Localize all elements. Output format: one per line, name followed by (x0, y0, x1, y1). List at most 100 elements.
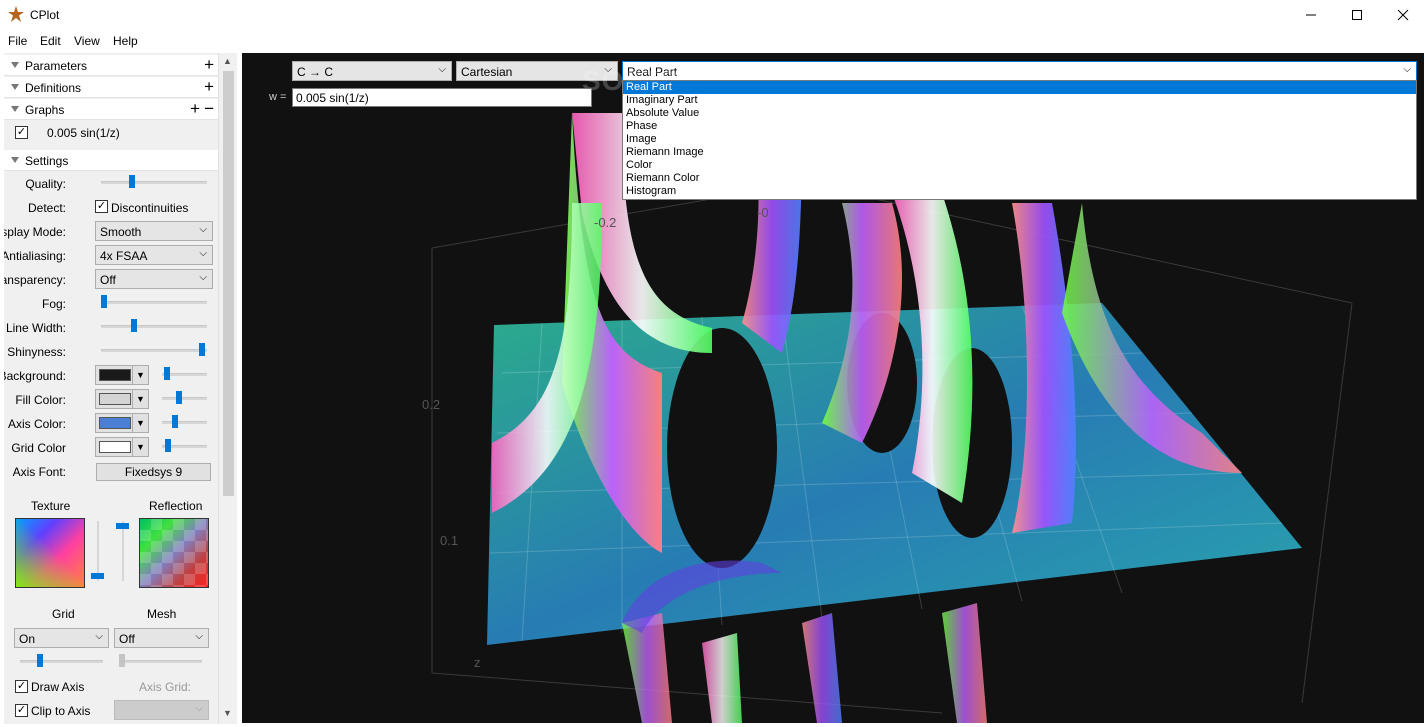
menu-edit[interactable]: Edit (40, 34, 61, 48)
section-definitions[interactable]: Definitions + (4, 77, 218, 98)
add-parameter-icon[interactable]: + (204, 55, 214, 74)
antialiasing-select[interactable]: 4x FSAA ⌵ (95, 245, 213, 265)
dropdown-option[interactable]: Color (623, 159, 1416, 172)
texture-vertical-slider[interactable] (91, 521, 105, 581)
mesh-select[interactable]: Off ⌵ (114, 628, 209, 648)
menu-view[interactable]: View (74, 34, 100, 48)
remove-graph-icon[interactable]: − (204, 99, 214, 118)
transparency-value: Off (100, 273, 116, 287)
clip-to-axis-label: Clip to Axis (31, 704, 91, 718)
detect-label: Detect: (27, 201, 66, 215)
add-graph-icon[interactable]: + (190, 99, 200, 118)
axis-color-label: Axis Color: (7, 417, 66, 431)
discontinuities-checkbox[interactable]: ✓ (95, 200, 108, 213)
close-icon (1397, 9, 1409, 21)
surface-tube (702, 633, 742, 723)
background-swatch (99, 369, 131, 381)
section-label: Definitions (25, 81, 82, 95)
chevron-down-icon: ▼ (132, 390, 148, 408)
plot-viewport[interactable]: 0.2 0.1 z -0 -0.2 C → C ⌵ Cartesian ⌵ Real… (242, 53, 1424, 723)
app-star-icon (8, 6, 24, 22)
scroll-thumb[interactable] (223, 71, 234, 496)
axis-color-button[interactable]: ▼ (95, 413, 149, 433)
surface-tube (942, 603, 987, 723)
line-width-slider[interactable] (101, 319, 207, 333)
chevron-down-icon: ▼ (132, 414, 148, 432)
display-mode-value: Smooth (100, 225, 142, 239)
dropdown-option[interactable]: Imaginary Part (623, 94, 1416, 107)
quality-slider[interactable] (101, 175, 207, 189)
section-settings[interactable]: Settings (4, 150, 218, 171)
chevron-down-icon: ⌵ (199, 248, 207, 259)
title-bar: CPlot (0, 0, 1426, 30)
section-graphs[interactable]: Graphs + − (4, 99, 218, 120)
minimize-button[interactable] (1288, 0, 1334, 30)
fill-alpha-slider[interactable] (162, 391, 207, 405)
dropdown-option[interactable]: Image (623, 133, 1416, 146)
clip-to-axis-checkbox[interactable]: ✓ (15, 704, 28, 717)
fill-color-button[interactable]: ▼ (95, 389, 149, 409)
panel-scrollbar[interactable]: ▲ ▼ (218, 53, 237, 724)
dropdown-option[interactable]: Absolute Value (623, 107, 1416, 120)
chevron-down-icon: ⌵ (95, 631, 103, 642)
dropdown-option[interactable]: Riemann Image (623, 146, 1416, 159)
axis-tick-label: 0.1 (440, 533, 459, 548)
background-color-button[interactable]: ▼ (95, 365, 149, 385)
grid-color-button[interactable]: ▼ (95, 437, 149, 457)
maximize-button[interactable] (1334, 0, 1380, 30)
background-alpha-slider[interactable] (162, 367, 207, 381)
scroll-down-icon[interactable]: ▼ (223, 708, 232, 718)
dropdown-option[interactable]: Real Part (623, 81, 1416, 94)
draw-axis-checkbox[interactable]: ✓ (15, 680, 28, 693)
display-mode-select[interactable]: Smooth ⌵ (95, 221, 213, 241)
axis-tick-label: 0.2 (422, 397, 441, 412)
grid-slider[interactable] (20, 654, 103, 668)
fog-label: Fog: (41, 297, 66, 311)
close-button[interactable] (1380, 0, 1426, 30)
domain-select[interactable]: C → C ⌵ (292, 61, 452, 81)
fill-color-label: Fill Color: (15, 393, 66, 407)
grid-color-label: Grid Color (11, 441, 66, 455)
add-definition-icon[interactable]: + (204, 77, 214, 96)
axis-tick-label: -0.2 (594, 215, 617, 230)
dropdown-option[interactable]: Riemann Color (623, 172, 1416, 185)
maximize-icon (1352, 10, 1362, 20)
section-parameters[interactable]: Parameters + (4, 55, 218, 76)
grid-label: Grid (52, 607, 75, 621)
dropdown-option[interactable]: Histogram (623, 185, 1416, 198)
transparency-label: Transparency: (4, 273, 66, 287)
chevron-down-icon: ⌵ (195, 631, 203, 642)
texture-preview[interactable] (15, 518, 85, 588)
reflection-preview[interactable] (139, 518, 209, 588)
axis-tick-label: -0 (757, 205, 769, 220)
coordinate-value: Cartesian (461, 65, 513, 79)
mesh-slider[interactable] (119, 654, 202, 668)
fog-slider[interactable] (101, 295, 207, 309)
axis-grid-label: Axis Grid: (139, 680, 192, 694)
menu-file[interactable]: File (8, 34, 27, 48)
transparency-select[interactable]: Off ⌵ (95, 269, 213, 289)
axis-font-button[interactable]: Fixedsys 9 (96, 463, 211, 481)
reflection-vertical-slider[interactable] (116, 521, 130, 581)
section-label: Settings (25, 154, 69, 168)
graph-formula[interactable]: 0.005 sin(1/z) (47, 126, 120, 140)
formula-input[interactable]: 0.005 sin(1/z) (292, 88, 592, 107)
grid-value: On (19, 632, 36, 646)
grid-alpha-slider[interactable] (162, 439, 207, 453)
antialiasing-label: Antialiasing: (4, 249, 66, 263)
grid-select[interactable]: On ⌵ (14, 628, 109, 648)
antialiasing-value: 4x FSAA (100, 249, 148, 263)
menu-help[interactable]: Help (113, 34, 138, 48)
axis-alpha-slider[interactable] (162, 415, 207, 429)
axis-font-label: Axis Font: (12, 465, 66, 479)
surface-hole (667, 328, 777, 568)
axis-grid-select[interactable]: ⌵ (114, 700, 209, 720)
graph-visible-checkbox[interactable]: ✓ (15, 126, 28, 139)
scroll-up-icon[interactable]: ▲ (223, 56, 232, 66)
mode-dropdown-list: Real Part Imaginary Part Absolute Value … (622, 80, 1417, 200)
shinyness-slider[interactable] (101, 343, 207, 357)
surface-tube (622, 613, 672, 723)
mesh-label: Mesh (147, 607, 177, 621)
shinyness-label: Shinyness: (7, 345, 66, 359)
dropdown-option[interactable]: Phase (623, 120, 1416, 133)
